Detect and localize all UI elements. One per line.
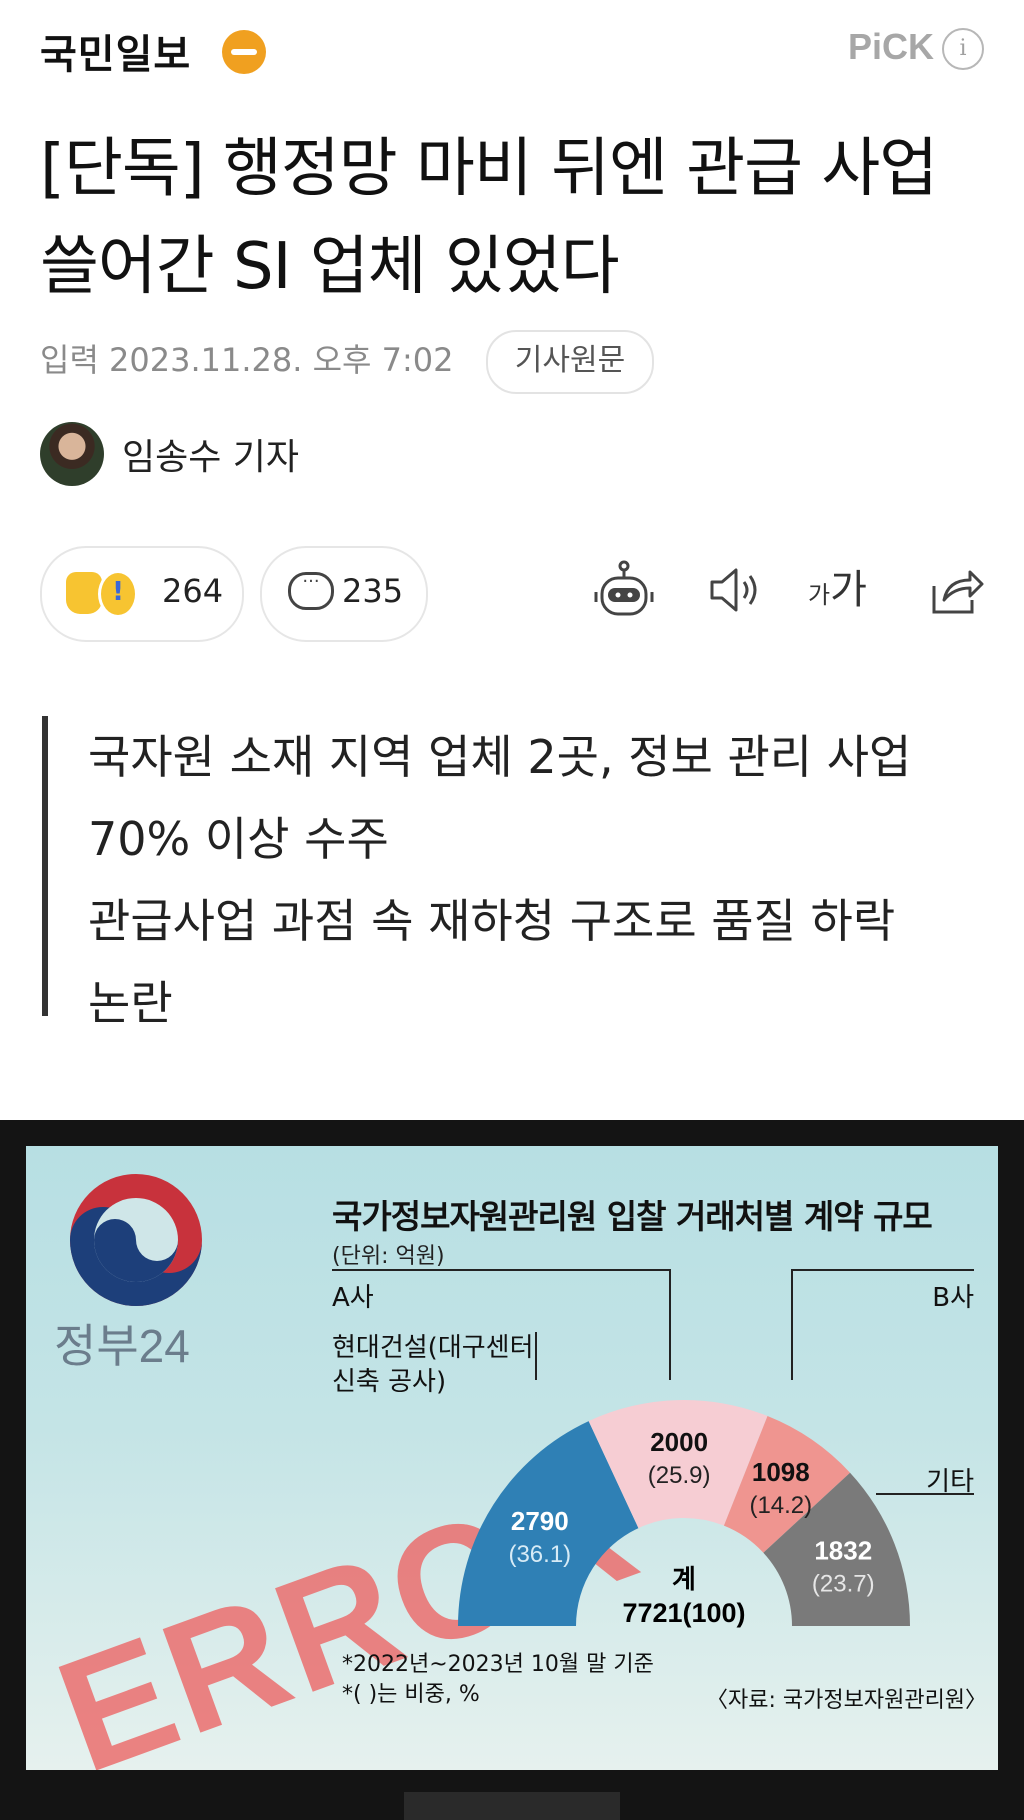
chart-total-value: 7721(100): [622, 1598, 745, 1628]
exclamation-icon: [98, 570, 138, 618]
font-size-large-label: 가: [830, 567, 867, 613]
footnote-period: *2022년~2023년 10월 말 기준: [342, 1652, 654, 1677]
author-name[interactable]: 임송수 기자: [122, 428, 299, 480]
slice-share-label: (23.7): [812, 1571, 875, 1598]
slice-share-label: (36.1): [508, 1541, 571, 1568]
text-to-speech-button[interactable]: [704, 560, 764, 620]
publisher-logo[interactable]: 국민일보: [40, 22, 191, 80]
robot-icon: [594, 560, 654, 616]
info-icon[interactable]: i: [942, 28, 984, 70]
monitor-stand: [404, 1792, 620, 1820]
comment-count: 235: [342, 572, 404, 610]
slice-value-label: 1098: [752, 1457, 810, 1487]
ai-summary-button[interactable]: [592, 560, 656, 620]
monitor-screen: ERROR 정부24 국가정보자원관리원 입찰 거래처별 계약 규모 (단위: …: [26, 1146, 998, 1770]
chart-total-label: 계: [672, 1565, 696, 1595]
slice-category-label: A사: [332, 1283, 374, 1313]
summary-line: 논란: [88, 976, 173, 1030]
reaction-count: 264: [162, 572, 224, 610]
chart-source: 〈자료: 국가정보자원관리원〉: [706, 1688, 988, 1713]
summary-line: 국자원 소재 지역 업체 2곳, 정보 관리 사업: [88, 730, 912, 784]
summary-line: 관급사업 과점 속 재하청 구조로 품질 하락: [88, 894, 896, 948]
font-size-small-label: 가: [808, 581, 831, 609]
footnote-share: *( )는 비중, %: [342, 1682, 480, 1707]
font-size-button[interactable]: 가가: [808, 560, 884, 620]
publish-date: 입력 2023.11.28. 오후 7:02: [40, 341, 454, 379]
slice-share-label: (14.2): [749, 1492, 812, 1519]
pick-badge[interactable]: PiCK: [848, 26, 934, 68]
slice-value-label: 2000: [650, 1427, 708, 1457]
share-button[interactable]: [928, 560, 984, 620]
slice-category-label: B사: [932, 1283, 974, 1313]
slice-category-label: 기타: [926, 1467, 974, 1497]
speaker-icon: [710, 568, 757, 612]
publisher-logo-icon: [222, 30, 266, 74]
comment-button[interactable]: 235: [260, 546, 428, 642]
comment-icon: [288, 571, 334, 610]
article-summary: 국자원 소재 지역 업체 2곳, 정보 관리 사업 70% 이상 수주 관급사업…: [42, 716, 988, 1030]
summary-line: 70% 이상 수주: [88, 812, 389, 866]
original-article-button[interactable]: 기사원문: [486, 330, 654, 394]
article-title: [단독] 행정망 마비 뒤엔 관급 사업 쓸어간 SI 업체 있었다: [40, 132, 938, 304]
article-image[interactable]: ERROR 정부24 국가정보자원관리원 입찰 거래처별 계약 규모 (단위: …: [0, 1120, 1024, 1820]
thumbs-up-icon: [66, 572, 102, 614]
reaction-button[interactable]: 264: [40, 546, 244, 642]
slice-share-label: (25.9): [648, 1462, 711, 1489]
author-avatar[interactable]: [40, 422, 104, 486]
share-icon: [932, 570, 984, 614]
header: 국민일보 PiCK i: [0, 0, 1024, 100]
slice-category-label: 현대건설(대구센터 신축 공사): [332, 1333, 534, 1397]
slice-value-label: 1832: [814, 1536, 872, 1566]
slice-value-label: 2790: [511, 1506, 569, 1536]
